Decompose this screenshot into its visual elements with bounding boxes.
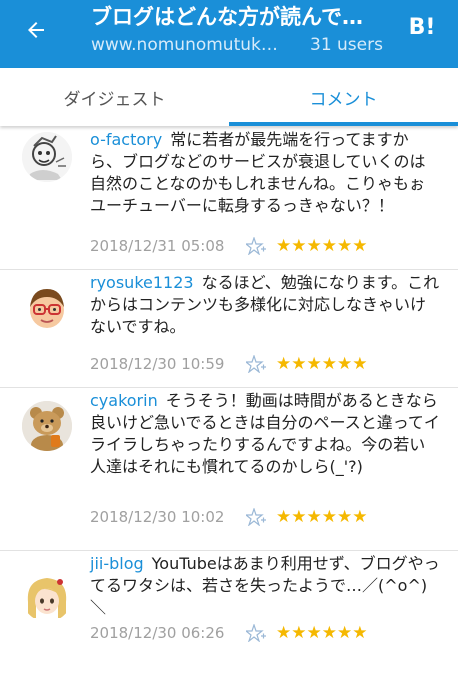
users-count: 31 users — [310, 35, 383, 55]
comment-item: cyakorin そうそう！動画は時間があるときなら良いけど急いでるときは自分のペ… — [0, 387, 458, 551]
avatar[interactable] — [22, 401, 72, 451]
comment-body: cyakorin そうそう！動画は時間があるときなら良いけど急いでるときは自分のペ… — [90, 390, 440, 478]
comment-body: o-factory 常に若者が最先端を行ってますから、ブログなどのサービスが衰退し… — [90, 129, 440, 217]
comment-item: o-factory 常に若者が最先端を行ってますから、ブログなどのサービスが衰退し… — [0, 126, 458, 270]
tab-bar: ダイジェスト コメント — [0, 68, 458, 126]
comment-meta: 2018/12/30 10:02 ★★★★★★ — [90, 506, 440, 528]
back-arrow-icon — [28, 22, 44, 38]
comment-user[interactable]: cyakorin — [90, 391, 158, 410]
page-url: www.nomunomutuk… — [91, 35, 278, 55]
avatar[interactable] — [22, 283, 72, 333]
comment-item: jii-blog YouTubeはあまり利用せず、ブログやってるワタシは、若さを失… — [0, 550, 458, 690]
star-rating: ★★★★★★ — [276, 507, 368, 527]
star-rating: ★★★★★★ — [276, 236, 368, 256]
comment-user[interactable]: o-factory — [90, 130, 162, 149]
avatar[interactable] — [22, 572, 72, 622]
star-rating: ★★★★★★ — [276, 354, 368, 374]
star-rating: ★★★★★★ — [276, 623, 368, 643]
add-star-icon[interactable] — [246, 237, 266, 255]
comment-body: ryosuke1123 なるほど、勉強になります。これからはコンテンツも多様化に対… — [90, 272, 440, 338]
add-star-icon[interactable] — [246, 624, 266, 642]
add-star-icon[interactable] — [246, 508, 266, 526]
comment-body: jii-blog YouTubeはあまり利用せず、ブログやってるワタシは、若さを失… — [90, 553, 440, 619]
avatar-sketch-image — [22, 132, 72, 182]
comment-date: 2018/12/30 06:26 — [90, 624, 225, 642]
comment-item: ryosuke1123 なるほど、勉強になります。これからはコンテンツも多様化に対… — [0, 269, 458, 388]
comment-user[interactable]: jii-blog — [90, 554, 144, 573]
page-title: ブログはどんな方が読んで… — [91, 5, 363, 29]
hatena-bookmark-icon[interactable]: B! — [408, 14, 436, 42]
comment-user[interactable]: ryosuke1123 — [90, 273, 194, 292]
avatar-blonde-girl-image — [22, 572, 72, 622]
comment-meta: 2018/12/31 05:08 ★★★★★★ — [90, 235, 440, 257]
avatar[interactable] — [22, 132, 72, 182]
avatar-boy-glasses-image — [22, 283, 72, 333]
comment-date: 2018/12/31 05:08 — [90, 237, 225, 255]
comment-date: 2018/12/30 10:59 — [90, 355, 225, 373]
comment-meta: 2018/12/30 06:26 ★★★★★★ — [90, 622, 440, 644]
back-button[interactable] — [18, 12, 54, 48]
tab-comment[interactable]: コメント — [229, 68, 458, 126]
tab-digest[interactable]: ダイジェスト — [0, 68, 229, 126]
tab-indicator — [229, 122, 458, 126]
app-bar: ブログはどんな方が読んで… www.nomunomutuk… 31 users … — [0, 0, 458, 68]
comment-date: 2018/12/30 10:02 — [90, 508, 225, 526]
comment-meta: 2018/12/30 10:59 ★★★★★★ — [90, 353, 440, 375]
add-star-icon[interactable] — [246, 355, 266, 373]
avatar-teddy-bear-image — [22, 401, 72, 451]
